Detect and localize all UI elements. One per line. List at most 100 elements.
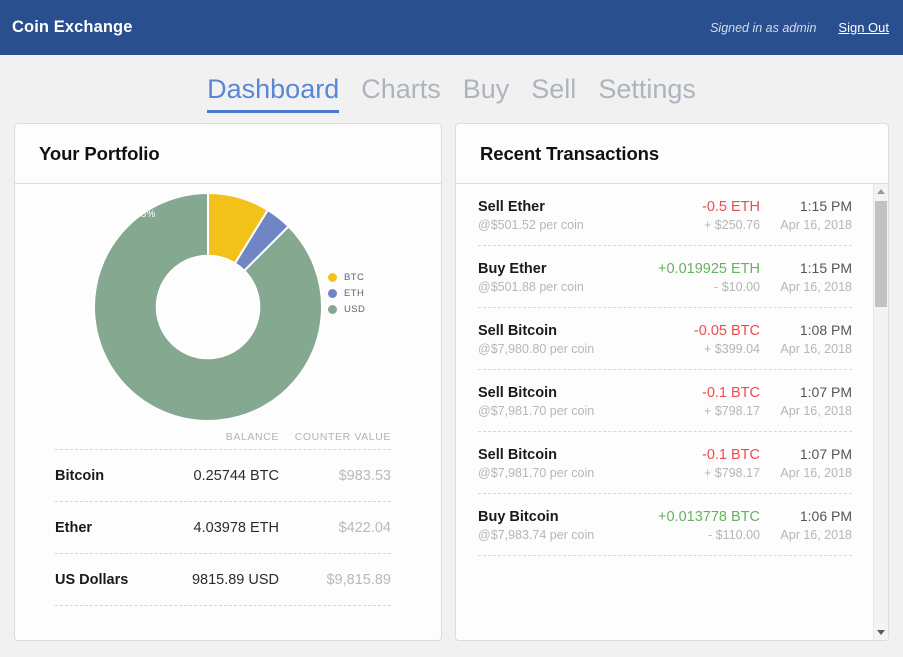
legend-item-btc: BTC xyxy=(328,272,365,283)
transaction-title: Sell Bitcoin xyxy=(478,385,557,401)
transaction-primary-line: Buy Bitcoin +0.013778 BTC 1:06 PM xyxy=(478,508,852,525)
transaction-row[interactable]: Buy Ether +0.019925 ETH 1:15 PM @$501.88 pe… xyxy=(478,246,852,308)
scroll-up-arrow-icon[interactable] xyxy=(874,184,888,199)
transaction-date: Apr 16, 2018 xyxy=(780,280,852,294)
transaction-time: 1:15 PM xyxy=(799,198,852,214)
transaction-title: Sell Bitcoin xyxy=(478,447,557,463)
balance-row-counter-value: $422.04 xyxy=(338,519,391,536)
transaction-fiat-amount: + $798.17 xyxy=(704,466,760,480)
transactions-panel-body: Sell Ether -0.5 ETH 1:15 PM @$501.52 per co… xyxy=(456,184,888,640)
tab-charts[interactable]: Charts xyxy=(361,76,441,113)
transaction-rate: @$501.88 per coin xyxy=(478,280,584,294)
transaction-date: Apr 16, 2018 xyxy=(780,218,852,232)
tab-sell[interactable]: Sell xyxy=(531,76,576,113)
transactions-panel-header: Recent Transactions xyxy=(456,124,888,184)
navbar-right-group: Signed in as admin Sign Out xyxy=(710,20,889,35)
transactions-scroll-area[interactable]: Sell Ether -0.5 ETH 1:15 PM @$501.52 per co… xyxy=(456,184,888,640)
balance-row-name: Bitcoin xyxy=(55,467,105,484)
donut-svg xyxy=(93,191,323,422)
scroll-down-arrow-icon[interactable] xyxy=(874,625,888,640)
table-row: Bitcoin 0.25744 BTC $983.53 xyxy=(55,449,391,501)
balance-row-counter-value: $983.53 xyxy=(338,467,391,484)
transaction-primary-line: Sell Bitcoin -0.1 BTC 1:07 PM xyxy=(478,384,852,401)
portfolio-panel: Your Portfolio 8.8% 87.5% BTC ETH USD BA… xyxy=(14,123,442,641)
column-header-counter-value: COUNTER VALUE xyxy=(294,431,391,443)
transaction-title: Sell Ether xyxy=(478,199,545,215)
legend-item-usd: USD xyxy=(328,304,365,315)
transaction-row[interactable]: Sell Ether -0.5 ETH 1:15 PM @$501.52 per co… xyxy=(478,184,852,246)
legend-label-usd: USD xyxy=(344,304,366,315)
transaction-rate: @$7,981.70 per coin xyxy=(478,466,595,480)
transaction-primary-line: Sell Ether -0.5 ETH 1:15 PM xyxy=(478,198,852,215)
transaction-time: 1:06 PM xyxy=(799,508,852,524)
balance-table: BALANCE COUNTER VALUE Bitcoin 0.25744 BT… xyxy=(55,431,391,606)
legend-dot-btc-icon xyxy=(328,273,337,282)
transaction-secondary-line: @$7,981.70 per coin + $798.17 Apr 16, 2018 xyxy=(478,466,852,480)
transaction-time: 1:07 PM xyxy=(799,446,852,462)
donut-slice-usd[interactable] xyxy=(93,191,323,422)
portfolio-donut-chart xyxy=(91,190,325,424)
balance-table-header: BALANCE COUNTER VALUE xyxy=(55,431,391,449)
transaction-fiat-amount: + $250.76 xyxy=(704,218,760,232)
transaction-time: 1:15 PM xyxy=(799,260,852,276)
tab-dashboard[interactable]: Dashboard xyxy=(207,76,340,113)
legend-label-eth: ETH xyxy=(344,288,365,299)
transactions-title: Recent Transactions xyxy=(480,142,660,164)
portfolio-panel-header: Your Portfolio xyxy=(15,124,441,184)
scrollbar-thumb[interactable] xyxy=(875,201,887,307)
transaction-row[interactable]: Sell Bitcoin -0.1 BTC 1:07 PM @$7,981.70 pe… xyxy=(478,370,852,432)
transaction-primary-line: Sell Bitcoin -0.05 BTC 1:08 PM xyxy=(478,322,852,339)
transaction-primary-line: Sell Bitcoin -0.1 BTC 1:07 PM xyxy=(478,446,852,463)
transaction-secondary-line: @$7,983.74 per coin - $110.00 Apr 16, 2018 xyxy=(478,528,852,542)
balance-row-name: Ether xyxy=(55,519,93,536)
transaction-amount: -0.05 BTC xyxy=(693,323,760,339)
transaction-rate: @$501.52 per coin xyxy=(478,218,584,232)
balance-row-amount: 0.25744 BTC xyxy=(193,467,279,484)
top-navbar: Coin Exchange Signed in as admin Sign Ou… xyxy=(0,0,903,55)
transaction-date: Apr 16, 2018 xyxy=(780,342,852,356)
transaction-title: Buy Bitcoin xyxy=(478,509,559,525)
transaction-row[interactable]: Buy Bitcoin +0.013778 BTC 1:06 PM @$7,983.7… xyxy=(478,494,852,556)
transaction-fiat-amount: + $399.04 xyxy=(704,342,760,356)
transaction-date: Apr 16, 2018 xyxy=(780,404,852,418)
transaction-amount: +0.013778 BTC xyxy=(658,509,760,525)
balance-row-name: US Dollars xyxy=(55,571,129,588)
legend-dot-eth-icon xyxy=(328,289,337,298)
portfolio-title: Your Portfolio xyxy=(39,142,160,164)
transaction-secondary-line: @$7,981.70 per coin + $798.17 Apr 16, 2018 xyxy=(478,404,852,418)
main-tab-bar: Dashboard Charts Buy Sell Settings xyxy=(0,55,903,113)
donut-legend: BTC ETH USD xyxy=(328,272,365,315)
transaction-rate: @$7,983.74 per coin xyxy=(478,528,595,542)
transaction-fiat-amount: + $798.17 xyxy=(704,404,760,418)
transaction-row[interactable]: Sell Bitcoin -0.05 BTC 1:08 PM @$7,980.80 p… xyxy=(478,308,852,370)
tab-settings[interactable]: Settings xyxy=(598,76,696,113)
balance-row-amount: 9815.89 USD xyxy=(191,571,279,588)
transaction-primary-line: Buy Ether +0.019925 ETH 1:15 PM xyxy=(478,260,852,277)
transactions-scrollbar[interactable] xyxy=(873,184,888,640)
transaction-amount: -0.5 ETH xyxy=(701,199,760,215)
legend-dot-usd-icon xyxy=(328,305,337,314)
transaction-rate: @$7,981.70 per coin xyxy=(478,404,595,418)
transaction-rate: @$7,980.80 per coin xyxy=(478,342,595,356)
portfolio-panel-body: 8.8% 87.5% BTC ETH USD BALANCE COUNTER V… xyxy=(15,184,441,640)
app-brand-title: Coin Exchange xyxy=(12,18,133,36)
legend-label-btc: BTC xyxy=(344,272,365,283)
transaction-fiat-amount: - $110.00 xyxy=(708,528,760,542)
transaction-secondary-line: @$501.52 per coin + $250.76 Apr 16, 2018 xyxy=(478,218,852,232)
transaction-time: 1:07 PM xyxy=(799,384,852,400)
transaction-amount: +0.019925 ETH xyxy=(658,261,760,277)
transaction-time: 1:08 PM xyxy=(799,322,852,338)
transaction-amount: -0.1 BTC xyxy=(701,447,760,463)
transaction-date: Apr 16, 2018 xyxy=(780,528,852,542)
signed-in-label: Signed in as admin xyxy=(710,20,817,35)
balance-row-amount: 4.03978 ETH xyxy=(193,519,279,536)
legend-item-eth: ETH xyxy=(328,288,365,299)
transaction-secondary-line: @$7,980.80 per coin + $399.04 Apr 16, 2018 xyxy=(478,342,852,356)
transaction-secondary-line: @$501.88 per coin - $10.00 Apr 16, 2018 xyxy=(478,280,852,294)
transaction-title: Buy Ether xyxy=(478,261,547,277)
transaction-row[interactable]: Sell Bitcoin -0.1 BTC 1:07 PM @$7,981.70 pe… xyxy=(478,432,852,494)
sign-out-link[interactable]: Sign Out xyxy=(838,20,889,35)
transactions-list: Sell Ether -0.5 ETH 1:15 PM @$501.52 per co… xyxy=(456,184,888,556)
tab-buy[interactable]: Buy xyxy=(463,76,510,113)
column-header-balance: BALANCE xyxy=(225,431,279,443)
